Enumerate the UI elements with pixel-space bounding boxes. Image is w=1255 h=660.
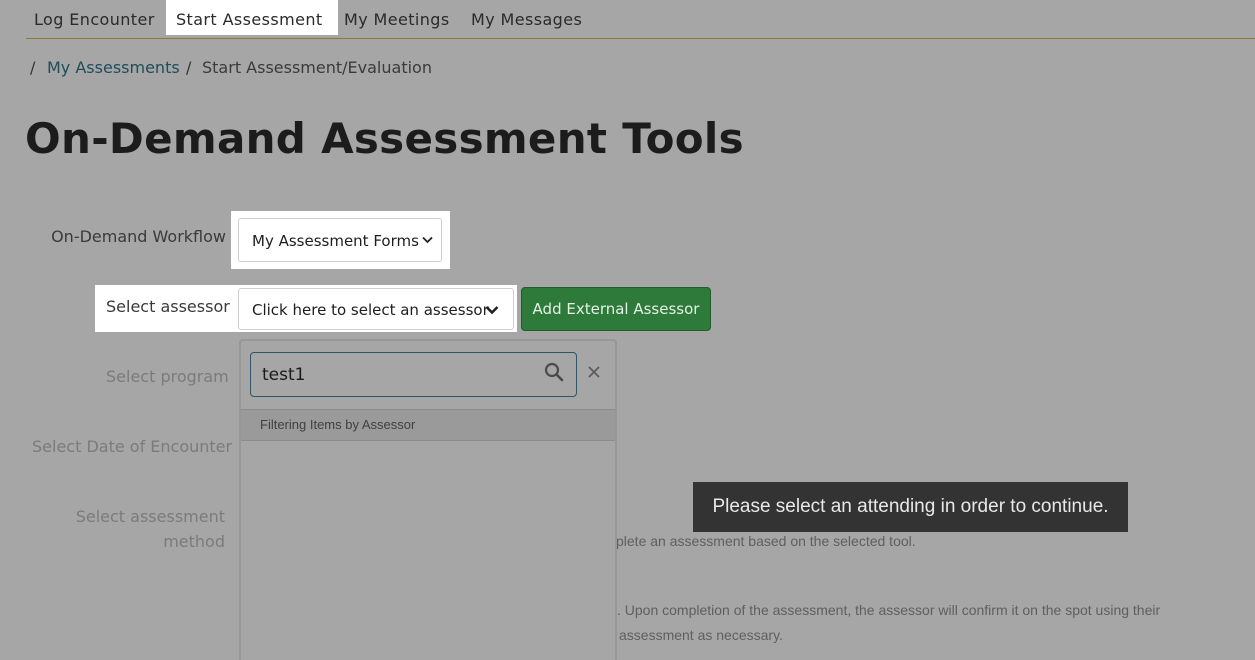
chevron-down-icon — [485, 306, 499, 315]
method-description-3: assessment as necessary. — [619, 627, 783, 643]
validation-tooltip: Please select an attending in order to c… — [693, 482, 1128, 532]
filter-label: Filtering Items by Assessor — [260, 417, 416, 432]
assessment-method-label-line1: Select assessment — [75, 507, 225, 526]
breadcrumb-current: Start Assessment/Evaluation — [202, 58, 432, 77]
method-description-1: plete an assessment based on the selecte… — [616, 533, 916, 549]
breadcrumb-separator: / — [30, 58, 36, 77]
workflow-select[interactable]: My Assessment Forms — [238, 218, 442, 262]
add-external-assessor-button[interactable]: Add External Assessor — [521, 287, 711, 331]
search-icon[interactable] — [544, 362, 564, 382]
close-icon[interactable] — [588, 366, 600, 378]
nav-start-assessment[interactable]: Start Assessment — [166, 0, 338, 35]
page-title: On-Demand Assessment Tools — [25, 114, 744, 163]
program-label: Select program — [106, 367, 229, 386]
assessment-method-label-line2: method — [163, 532, 225, 551]
assessor-select[interactable]: Click here to select an assessor — [238, 288, 514, 330]
workflow-select-value: My Assessment Forms — [252, 232, 419, 250]
nav-log-encounter[interactable]: Log Encounter — [34, 0, 155, 35]
method-description-2: . Upon completion of the assessment, the… — [617, 602, 1161, 618]
date-of-encounter-label: Select Date of Encounter — [32, 437, 233, 456]
nav-my-meetings[interactable]: My Meetings — [344, 0, 450, 35]
workflow-label: On-Demand Workflow — [51, 227, 226, 246]
nav-divider — [26, 38, 1255, 39]
nav-my-messages[interactable]: My Messages — [471, 0, 582, 35]
assessor-search-value: test1 — [262, 365, 306, 385]
chevron-down-icon — [422, 236, 433, 244]
assessor-label: Select assessor — [106, 297, 230, 316]
breadcrumb-my-assessments-link[interactable]: My Assessments — [47, 58, 180, 77]
breadcrumb-separator: / — [186, 58, 192, 77]
assessor-select-value: Click here to select an assessor — [252, 301, 489, 319]
